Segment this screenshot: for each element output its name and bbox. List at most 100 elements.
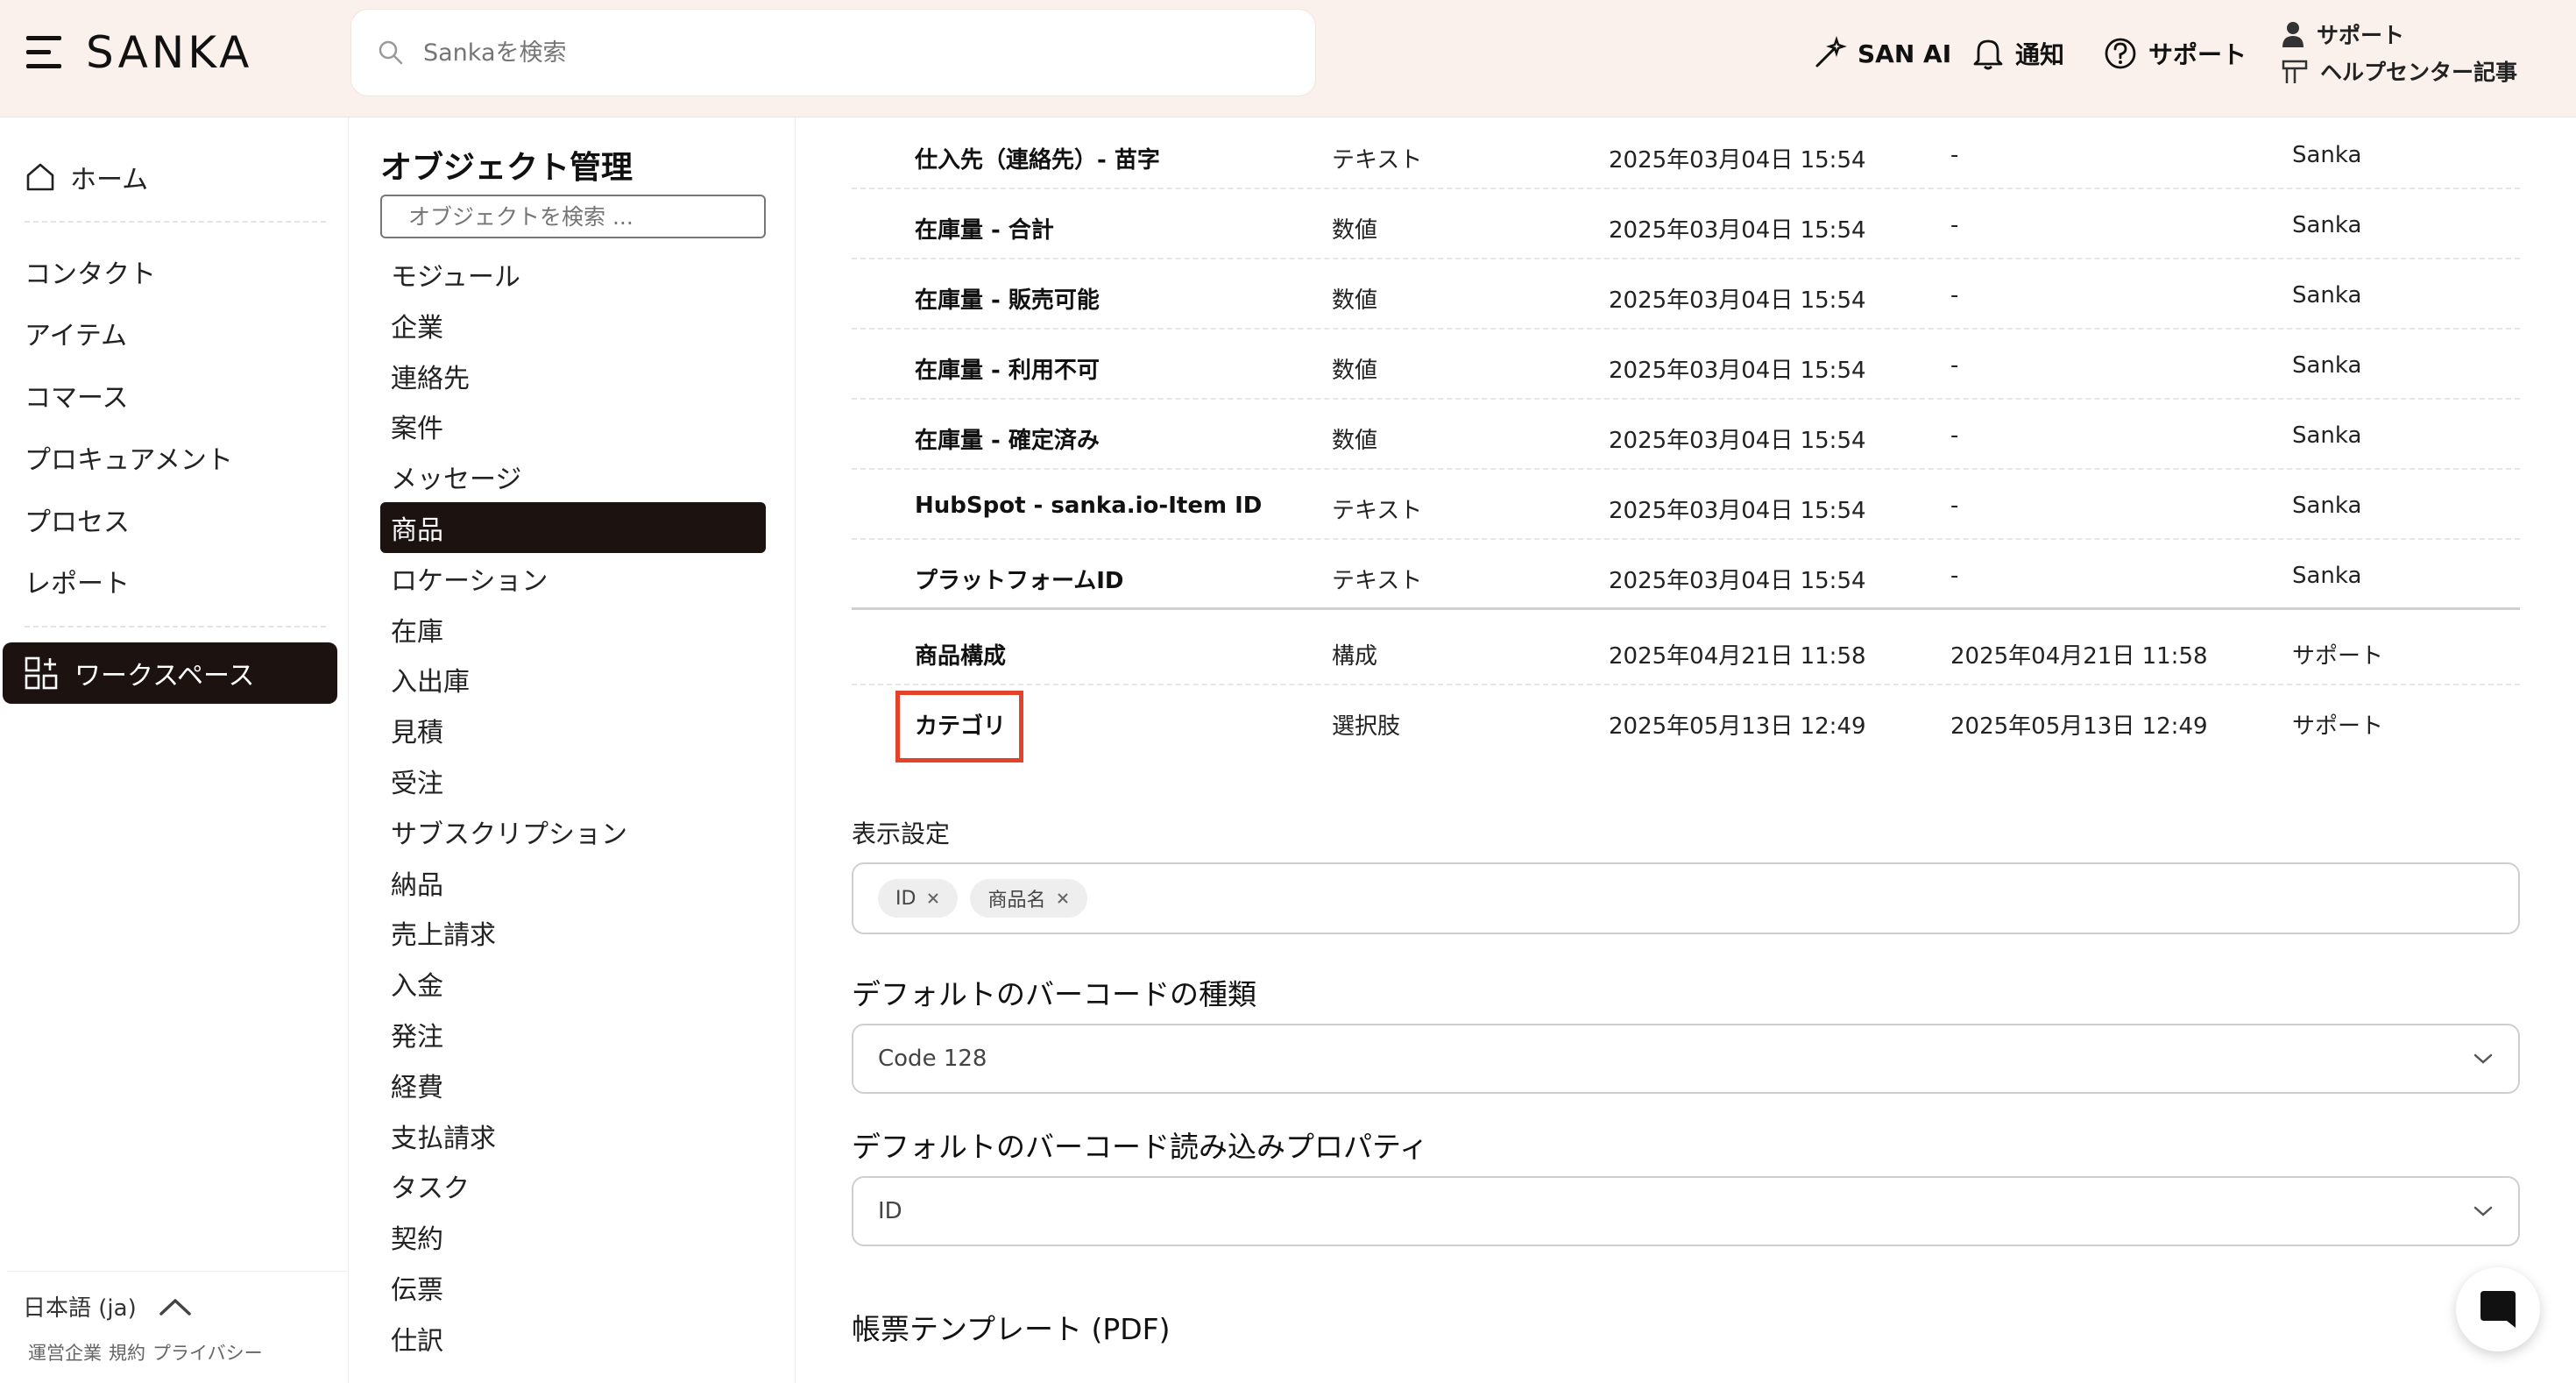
object-item[interactable]: 入出庫 [380,654,766,705]
cell-name[interactable]: 在庫量 - 利用不可 [915,352,1100,385]
nav-process[interactable]: プロセス [25,499,130,541]
table-row[interactable]: HubSpot - sanka.io-Item ID テキスト 2025年03月04… [852,470,2520,540]
cell-updated: - [1950,352,1959,379]
pdf-template-label: 帳票テンプレート (PDF) [852,1312,1171,1346]
object-item[interactable]: 支払請求 [380,1110,766,1161]
cell-updated: - [1950,422,1959,449]
tag-product-name: 商品名 [970,879,1088,918]
cell-type: テキスト [1332,147,1423,174]
object-item[interactable]: サブスクリプション [380,806,766,857]
logo-text: SANKA [86,27,253,78]
san-ai-label: SAN AI [1858,39,1952,68]
language-selector[interactable]: 日本語 (ja) [23,1290,193,1323]
cell-name[interactable]: 在庫量 - 販売可能 [915,282,1100,315]
barcode-type-select[interactable]: Code 128 [852,1024,2520,1094]
object-item[interactable]: 企業 [380,300,766,351]
nav-items[interactable]: アイテム [25,312,127,354]
san-ai-button[interactable]: SAN AI [1812,33,1951,74]
cell-owner: Sanka [2292,352,2362,379]
nav-divider [25,626,326,628]
cell-name[interactable]: HubSpot - sanka.io-Item ID [915,493,1262,519]
object-item[interactable]: 受注 [380,755,766,806]
cell-updated: 2025年05月13日 12:49 [1950,713,2208,740]
cell-name[interactable]: プラットフォームID [915,563,1123,595]
object-item-label: 在庫 [391,616,443,648]
cell-name[interactable]: 在庫量 - 確定済み [915,422,1100,455]
help-circle-icon [2105,38,2136,69]
search-input[interactable] [421,38,1210,67]
object-item[interactable]: タスク [380,1160,766,1211]
nav-contacts-label: コンタクト [25,259,156,290]
cell-created: 2025年05月13日 12:49 [1609,713,1866,740]
table-row[interactable]: 仕入先（連絡先）- 苗字 テキスト 2025年03月04日 15:54 - Sanka [852,119,2520,189]
object-item-label: メッセージ [391,465,522,496]
cell-name[interactable]: 在庫量 - 合計 [915,212,1054,245]
tag-id-label: ID [895,887,916,910]
table-row[interactable]: 在庫量 - 確定済み 数値 2025年03月04日 15:54 - Sanka [852,400,2520,470]
signpost-icon [2282,60,2308,83]
cell-type: 数値 [1332,287,1378,314]
cell-updated: - [1950,493,1959,519]
cell-updated: - [1950,212,1959,238]
object-item[interactable]: 仕訳 [380,1313,766,1364]
table-row[interactable]: 商品構成 構成 2025年04月21日 11:58 2025年04月21日 11:58… [852,615,2520,685]
language-label: 日本語 (ja) [23,1295,137,1322]
chat-icon [2480,1291,2516,1328]
help-center-label: ヘルプセンター記事 [2320,60,2518,85]
object-item[interactable]: 連絡先 [380,351,766,401]
object-search-input[interactable] [380,195,766,238]
cell-created: 2025年03月04日 15:54 [1609,147,1866,174]
table-row[interactable]: 在庫量 - 合計 数値 2025年03月04日 15:54 - Sanka [852,189,2520,259]
notifications-button[interactable]: 通知 [1971,33,2064,74]
object-item[interactable]: 売上請求 [380,907,766,958]
object-item[interactable]: メッセージ [380,451,766,502]
object-item-label: 伝票 [391,1275,443,1306]
nav-items-label: アイテム [25,321,127,351]
nav-contacts[interactable]: コンタクト [25,251,156,293]
object-item[interactable]: 伝票 [380,1262,766,1313]
object-item[interactable]: 契約 [380,1211,766,1262]
object-item[interactable]: 入金 [380,958,766,1009]
legal-links: 運営企業 規約 プライバシー [28,1339,263,1365]
close-icon[interactable] [1056,891,1070,905]
object-item[interactable]: 案件 [380,401,766,451]
cell-name[interactable]: 商品構成 [915,638,1006,670]
object-item[interactable]: 見積 [380,705,766,755]
support-button[interactable]: サポート [2103,33,2247,74]
left-sidebar: ホーム コンタクト アイテム コマース プロキュアメント プロセス レポート ワ… [0,117,349,1383]
cell-created: 2025年03月04日 15:54 [1609,428,1866,454]
close-icon[interactable] [926,891,940,905]
terms-link[interactable]: 規約 [109,1339,145,1365]
object-item[interactable]: ロケーション [380,553,766,604]
nav-procurement[interactable]: プロキュアメント [25,436,233,479]
cell-name[interactable]: 仕入先（連絡先）- 苗字 [915,142,1160,174]
nav-workspace[interactable]: ワークスペース [3,642,337,704]
object-item[interactable]: 商品 [380,502,766,553]
object-item[interactable]: 納品 [380,857,766,908]
object-item[interactable]: モジュール [380,249,766,300]
object-item[interactable]: 在庫 [380,604,766,655]
nav-reports[interactable]: レポート [25,560,130,602]
support-link[interactable]: サポート [2282,16,2544,53]
nav-commerce[interactable]: コマース [25,374,129,416]
table-row[interactable]: 在庫量 - 販売可能 数値 2025年03月04日 15:54 - Sanka [852,259,2520,330]
global-search[interactable] [350,9,1316,96]
menu-icon[interactable] [26,34,67,71]
chat-button[interactable] [2456,1267,2540,1351]
privacy-link[interactable]: プライバシー [152,1339,263,1365]
table-row[interactable]: 在庫量 - 利用不可 数値 2025年03月04日 15:54 - Sanka [852,330,2520,400]
nav-home[interactable]: ホーム [25,156,148,198]
object-item-label: 連絡先 [391,363,470,394]
help-center-link[interactable]: ヘルプセンター記事 [2282,53,2544,89]
table-row[interactable]: カテゴリ 選択肢 2025年05月13日 12:49 2025年05月13日 12:4… [852,685,2520,755]
cell-type: テキスト [1332,498,1423,524]
company-link[interactable]: 運営企業 [28,1339,102,1365]
object-item[interactable]: 経費 [380,1060,766,1110]
table-row[interactable]: プラットフォームID テキスト 2025年03月04日 15:54 - Sanka [852,540,2520,610]
logo[interactable]: SANKA [26,26,252,79]
object-management-panel: オブジェクト管理 モジュール企業連絡先案件メッセージ商品ロケーション在庫入出庫見… [350,117,796,1383]
barcode-property-select[interactable]: ID [852,1176,2520,1246]
display-settings-tags[interactable]: ID 商品名 [852,862,2520,934]
cell-owner: Sanka [2292,422,2362,449]
object-item[interactable]: 発注 [380,1009,766,1060]
